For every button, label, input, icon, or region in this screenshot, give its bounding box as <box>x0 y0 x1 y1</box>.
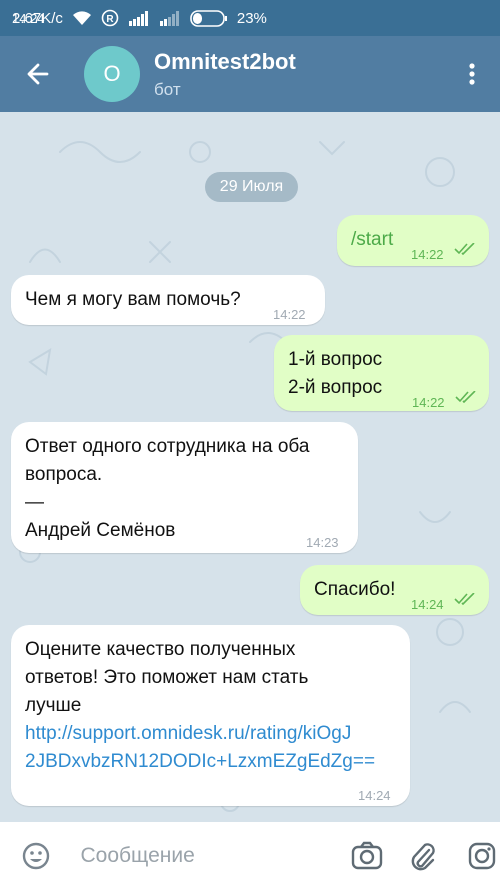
message-text: ответов! Это поможет нам стать <box>25 667 309 688</box>
instagram-icon <box>468 842 495 869</box>
wifi-icon <box>72 10 92 26</box>
message-time: 14:22 <box>412 395 445 410</box>
chat-title-block[interactable]: Omnitest2bot бот <box>154 49 452 100</box>
camera-icon <box>351 841 382 869</box>
double-check-icon <box>454 593 475 605</box>
signal-icon-2 <box>159 10 181 26</box>
back-arrow-icon <box>27 63 49 85</box>
more-options-button[interactable] <box>452 46 492 102</box>
signal-icon <box>128 10 150 26</box>
message-time: 14:24 <box>411 597 444 612</box>
emoji-button[interactable] <box>18 836 55 876</box>
double-check-icon <box>455 391 476 403</box>
message-text: Спасибо! <box>314 579 396 600</box>
chat-subtitle: бот <box>154 79 181 99</box>
message-incoming[interactable]: Оцените качество полученных ответов! Это… <box>11 625 410 806</box>
chat-title: Omnitest2bot <box>154 48 296 74</box>
message-incoming[interactable]: Чем я могу вам помочь? 14:22 <box>11 275 325 325</box>
avatar[interactable]: O <box>84 46 140 102</box>
chat-area[interactable]: 29 Июля /start 14:22 Чем я могу вам помо… <box>0 112 500 822</box>
attach-icon <box>411 842 435 870</box>
message-time: 14:23 <box>306 535 339 550</box>
rating-link-line-2[interactable]: 2JBDxvbzRN12DODIc+LzxmEZgEdZg== <box>25 748 375 776</box>
chat-header: O Omnitest2bot бот <box>0 36 500 112</box>
message-text: 1-й вопрос <box>288 349 383 370</box>
message-outgoing[interactable]: /start 14:22 <box>337 215 489 266</box>
message-composer <box>0 822 500 889</box>
message-time: 14:22 <box>411 247 444 262</box>
message-text: Оцените качество полученных <box>25 639 296 660</box>
double-check-icon <box>454 243 475 255</box>
svg-text:R: R <box>106 14 114 25</box>
date-separator: 29 Июля <box>205 172 298 202</box>
more-vert-icon <box>469 63 475 85</box>
message-text: вопроса. <box>25 464 103 485</box>
registered-icon: R <box>101 9 119 27</box>
message-text: — <box>25 492 44 513</box>
status-bar: 14:24 2.67K/c R 23% <box>0 0 500 36</box>
message-text: 2-й вопрос <box>288 377 383 398</box>
message-input[interactable] <box>80 843 291 868</box>
message-text: /start <box>351 229 394 250</box>
message-time: 14:24 <box>358 788 391 803</box>
battery-percent: 23% <box>236 9 267 27</box>
rating-link-line-1[interactable]: http://support.omnidesk.ru/rating/kiOgJ <box>25 720 351 748</box>
camera-button[interactable] <box>349 836 386 876</box>
message-text: Андрей Семёнов <box>25 520 176 541</box>
battery-icon <box>190 9 228 27</box>
status-right: 2.67K/c R 23% <box>12 9 267 27</box>
attach-button[interactable] <box>405 836 442 876</box>
message-outgoing[interactable]: Спасибо! 14:24 <box>300 565 489 615</box>
message-text: Ответ одного сотрудника на оба <box>25 436 310 457</box>
instagram-button[interactable] <box>464 836 500 876</box>
message-time: 14:22 <box>273 307 306 322</box>
message-text: лучше <box>25 695 82 716</box>
status-time: 14:24 <box>12 10 45 26</box>
message-outgoing[interactable]: 1-й вопрос 2-й вопрос 14:22 <box>274 335 489 411</box>
emoji-icon <box>23 842 50 869</box>
back-button[interactable] <box>10 46 66 102</box>
message-incoming[interactable]: Ответ одного сотрудника на оба вопроса. … <box>11 422 358 553</box>
message-text: Чем я могу вам помочь? <box>25 289 241 310</box>
